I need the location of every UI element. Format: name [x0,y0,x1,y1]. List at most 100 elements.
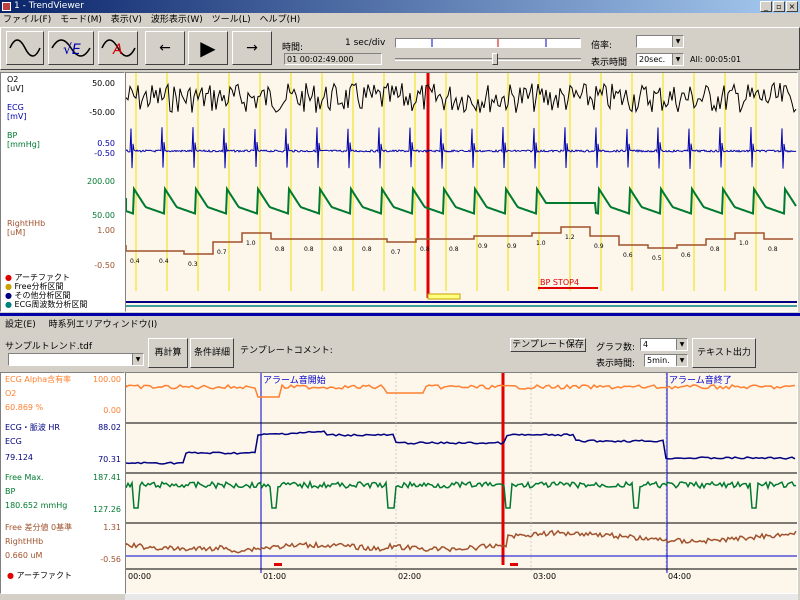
app-icon [2,2,11,11]
tick: 88.02 [98,423,121,432]
waveform-svg: 0.4 0.4 0.3 0.7 1.0 0.8 0.8 0.8 0.8 0.7 0.8 0.8 0.9 0… [125,73,797,307]
trend-bp-value: 180.652 mmHg [5,501,68,510]
hhb-value-label: 1.0 [739,240,749,247]
hhb-value-label: 0.9 [507,243,517,250]
div-label: 1 sec/div [345,38,386,48]
menu-settings[interactable]: 設定(E) [0,320,41,330]
lower-display-time-select[interactable]: 5min. ▼ [644,354,688,367]
tick: 50.00 [92,79,115,88]
trend-alpha-src: O2 [5,389,17,398]
alpha-trend [125,383,796,398]
trend-hr-name: ECG・脈波 HR [5,423,60,432]
legend-other: ● その他分析区間 [5,291,71,300]
channel-bp-name: BP [7,131,18,140]
tick: 1.00 [97,226,115,235]
horizontal-scrollbar[interactable] [125,594,798,600]
menu-view[interactable]: 表示(V) [108,15,145,25]
lower-display-time-label: 表示時間: [596,359,636,369]
menu-waveform[interactable]: 波形表示(W) [148,15,206,25]
trend-svg: アラーム音開始 アラーム音終了 00:00 01:00 02:00 03:00 04:00 [125,373,797,581]
alarm-start-label: アラーム音開始 [263,374,326,386]
graph-count-select[interactable]: 4 ▼ [640,338,688,351]
all-duration: All: 00:05:01 [690,55,742,64]
maximize-button[interactable]: ▫ [773,1,785,12]
artifact-mark [510,563,518,566]
sine-wave-button[interactable] [6,31,44,65]
hhb-value-label: 0.8 [420,246,430,253]
trend-bp-name: Free Max. [5,473,44,482]
tick: 127.26 [93,505,121,514]
chevron-down-icon: ▼ [132,354,143,365]
position-bar [395,38,581,48]
lower-axis-panel: ECG Alpha含有率 O2 60.869 % 100.00 0.00 ECG… [0,372,125,594]
free-analysis-bar [427,293,461,300]
file-select[interactable]: ▼ [8,353,144,366]
menu-mode[interactable]: モード(M) [57,15,105,25]
zoom-select[interactable]: ▼ [636,35,684,48]
channel-o2-unit: [uV] [7,84,24,93]
tick: 70.31 [98,455,121,464]
trend-hr-value: 79.124 [5,453,33,462]
save-template-button[interactable]: テンプレート保存 [510,338,586,352]
svg-text:A: A [112,42,123,58]
menu-help[interactable]: ヘルプ(H) [257,15,304,25]
menu-tools[interactable]: ツール(L) [209,15,254,25]
hhb-value-label: 0.8 [449,246,459,253]
hhb-value-label: 0.4 [159,258,169,265]
tick: -0.50 [94,261,115,270]
tick: -0.56 [100,555,121,564]
bp-max-trend [125,479,797,509]
legend-ecg-freq: ● ECG周波数分析区間 [5,300,88,309]
trend-hhb-name: Free 差分値 0基準 [5,523,73,532]
time-tick: 04:00 [668,572,691,581]
hhb-value-label: 1.2 [565,234,575,241]
chevron-down-icon: ▼ [672,36,683,47]
hhb-value-label: 0.3 [188,261,198,268]
prev-button[interactable]: ← [145,31,185,65]
play-icon: ▶ [200,36,216,60]
splitter[interactable] [0,313,800,316]
menu-file[interactable]: ファイル(F) [0,15,54,25]
time-tick: 00:00 [128,572,151,581]
sine-wave-icon [9,39,41,57]
sine-e-button[interactable]: √E [48,31,94,65]
sine-a-icon: A [101,39,136,58]
display-time-label: 表示時間 [591,58,628,68]
time-slider-track[interactable] [395,58,581,61]
time-tick: 03:00 [533,572,556,581]
hhb-value-label: 0.8 [275,246,285,253]
time-value: 01 00:02:49.000 [284,53,382,65]
tick: -50.00 [89,108,115,117]
trend-hr-src: ECG [5,437,22,446]
hhb-value-label: 0.5 [652,255,662,262]
menu-bar: ファイル(F) モード(M) 表示(V) 波形表示(W) ツール(L) ヘルプ(… [0,13,800,27]
hhb-value-label: 0.9 [594,243,604,250]
title-bar: 1 - TrendViewer _ ▫ × [0,0,800,13]
hhb-value-label: 0.4 [130,258,140,265]
play-button[interactable]: ▶ [188,31,228,65]
bp-trace [125,185,797,215]
time-slider-thumb[interactable] [492,53,498,65]
channel-hhb-unit: [uM] [7,228,26,237]
graph-count-label: グラフ数: [596,343,636,353]
minimize-button[interactable]: _ [760,1,772,12]
recalc-button[interactable]: 再計算 [148,338,188,368]
menu-trend-window[interactable]: 時系列エリアウィンドウ(I) [44,320,163,330]
time-label: 時間: [282,43,304,53]
lower-trend-plot[interactable]: アラーム音開始 アラーム音終了 00:00 01:00 02:00 03:00 04:00 [125,372,798,594]
close-button[interactable]: × [786,1,798,12]
time-tick: 01:00 [263,572,286,581]
channel-bp-unit: [mmHg] [7,140,40,149]
hhb-value-label: 0.8 [333,246,343,253]
text-output-button[interactable]: テキスト出力 [692,338,756,368]
upper-waveform-plot[interactable]: 0.4 0.4 0.3 0.7 1.0 0.8 0.8 0.8 0.8 0.7 0.8 0.8 0.9 0… [125,72,798,312]
sine-a-button[interactable]: A [98,31,138,65]
display-time-select[interactable]: 20sec. ▼ [636,53,684,66]
hhb-value-label: 0.7 [217,249,227,256]
tick: -0.50 [94,149,115,158]
hhb-value-label: 0.8 [362,246,372,253]
hhb-value-label: 0.8 [710,246,720,253]
time-tick: 02:00 [398,572,421,581]
next-button[interactable]: → [232,31,272,65]
detail-button[interactable]: 条件詳細 [190,338,234,368]
